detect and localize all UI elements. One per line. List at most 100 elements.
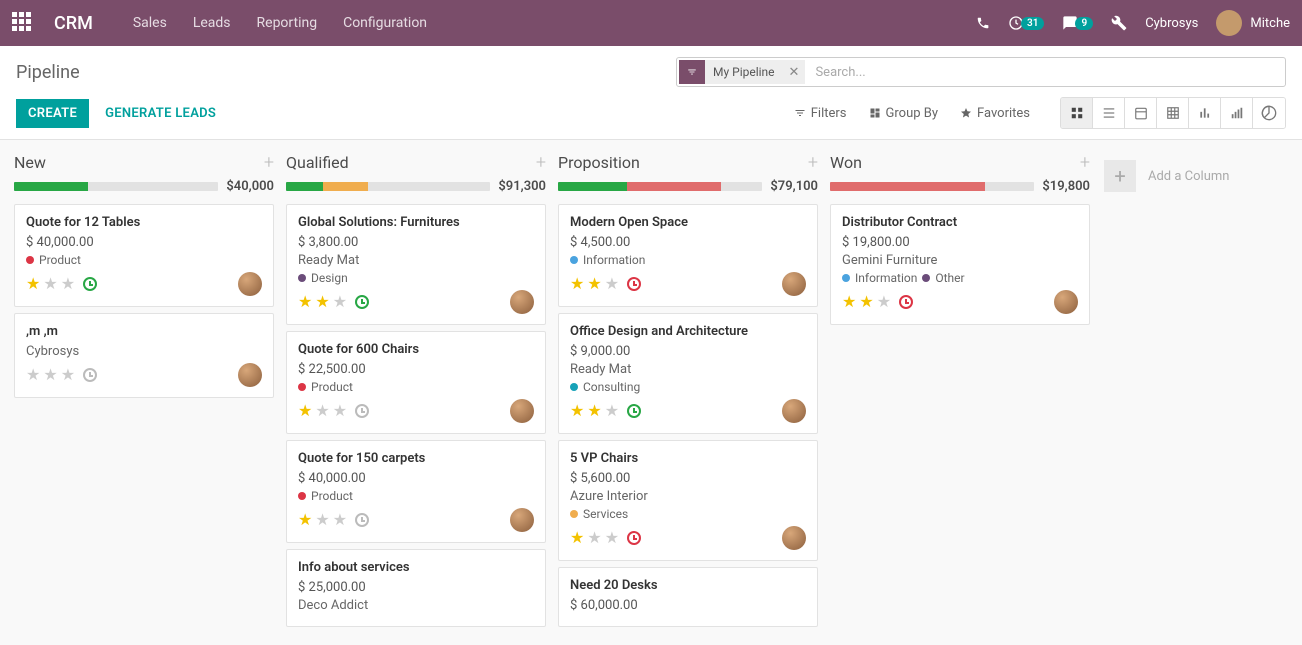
add-column-plus-icon: +: [1104, 160, 1136, 192]
graph-view-icon[interactable]: [1189, 98, 1221, 128]
priority-stars[interactable]: ★★★: [570, 403, 619, 419]
favorites-button[interactable]: Favorites: [960, 106, 1030, 121]
priority-stars[interactable]: ★★★: [26, 276, 75, 292]
kanban-card[interactable]: Need 20 Desks $ 60,000.00: [558, 567, 818, 627]
add-column[interactable]: +Add a Column: [1096, 152, 1276, 200]
tag-label: Product: [311, 489, 353, 503]
calendar-view-icon[interactable]: [1125, 98, 1157, 128]
priority-stars[interactable]: ★★★: [842, 294, 891, 310]
user-avatar: [1216, 10, 1242, 36]
assignee-avatar[interactable]: [510, 508, 534, 532]
assignee-avatar[interactable]: [782, 399, 806, 423]
card-footer: ★★★: [26, 363, 262, 387]
assignee-avatar[interactable]: [782, 272, 806, 296]
nav-sales[interactable]: Sales: [133, 15, 167, 31]
user-menu[interactable]: Mitche: [1216, 10, 1290, 36]
priority-stars[interactable]: ★★★: [26, 367, 75, 383]
priority-stars[interactable]: ★★★: [570, 276, 619, 292]
filter-icon: [679, 60, 705, 84]
nav-leads[interactable]: Leads: [193, 15, 231, 31]
star-icon: ★: [26, 367, 40, 383]
priority-stars[interactable]: ★★★: [298, 512, 347, 528]
activity-clock-icon[interactable]: [355, 295, 369, 309]
kanban-card[interactable]: Distributor Contract $ 19,800.00 Gemini …: [830, 204, 1090, 325]
column-progress-bar[interactable]: [558, 182, 762, 191]
kanban-card[interactable]: Quote for 12 Tables $ 40,000.00 Product …: [14, 204, 274, 307]
phone-icon[interactable]: [976, 16, 990, 30]
kanban-view-icon[interactable]: [1061, 98, 1093, 128]
generate-leads-button[interactable]: GENERATE LEADS: [105, 106, 216, 121]
column-progress-bar[interactable]: [14, 182, 218, 191]
card-customer: Azure Interior: [570, 489, 806, 504]
add-card-button[interactable]: +: [808, 152, 818, 173]
star-icon: ★: [315, 403, 329, 419]
assignee-avatar[interactable]: [238, 363, 262, 387]
activity-icon[interactable]: 31: [1008, 15, 1044, 31]
create-button[interactable]: CREATE: [16, 99, 89, 128]
kanban-card[interactable]: Modern Open Space $ 4,500.00 Information…: [558, 204, 818, 307]
tag-dot: [922, 274, 930, 282]
kanban-card[interactable]: Info about services $ 25,000.00 Deco Add…: [286, 549, 546, 627]
activity-clock-icon[interactable]: [899, 295, 913, 309]
column-title[interactable]: New: [14, 153, 46, 172]
pivot-view-icon[interactable]: [1157, 98, 1189, 128]
assignee-avatar[interactable]: [510, 399, 534, 423]
chat-icon[interactable]: 9: [1062, 15, 1093, 31]
column-total: $79,100: [770, 179, 818, 194]
tag-dot: [570, 510, 578, 518]
priority-stars[interactable]: ★★★: [298, 294, 347, 310]
star-icon: ★: [570, 530, 584, 546]
activity-clock-icon[interactable]: [355, 404, 369, 418]
groupby-button[interactable]: Group By: [869, 106, 939, 121]
brand[interactable]: CRM: [54, 13, 93, 34]
priority-stars[interactable]: ★★★: [298, 403, 347, 419]
assignee-avatar[interactable]: [1054, 290, 1078, 314]
tag-label: Other: [935, 271, 964, 285]
activity-clock-icon[interactable]: [83, 277, 97, 291]
kanban-card[interactable]: Office Design and Architecture $ 9,000.0…: [558, 313, 818, 434]
search-input[interactable]: [807, 65, 1285, 80]
facet-remove[interactable]: ✕: [783, 60, 806, 84]
activity-clock-icon[interactable]: [627, 531, 641, 545]
activity-clock-icon[interactable]: [627, 404, 641, 418]
settings-icon[interactable]: [1111, 15, 1127, 31]
tag-dot: [842, 274, 850, 282]
column-progress-bar[interactable]: [830, 182, 1034, 191]
filters-button[interactable]: Filters: [794, 106, 847, 121]
kanban-card[interactable]: Quote for 600 Chairs $ 22,500.00 Product…: [286, 331, 546, 434]
assignee-avatar[interactable]: [510, 290, 534, 314]
nav-reporting[interactable]: Reporting: [257, 15, 318, 31]
star-icon: ★: [43, 367, 57, 383]
nav-configuration[interactable]: Configuration: [343, 15, 427, 31]
star-icon: ★: [298, 294, 312, 310]
add-card-button[interactable]: +: [1080, 152, 1090, 173]
list-view-icon[interactable]: [1093, 98, 1125, 128]
column-total: $19,800: [1042, 179, 1090, 194]
add-card-button[interactable]: +: [536, 152, 546, 173]
kanban-card[interactable]: Global Solutions: Furnitures $ 3,800.00 …: [286, 204, 546, 325]
kanban-column: Qualified + $91,300 Global Solutions: Fu…: [280, 152, 552, 633]
activity-clock-icon[interactable]: [627, 277, 641, 291]
assignee-avatar[interactable]: [238, 272, 262, 296]
column-title[interactable]: Proposition: [558, 153, 640, 172]
column-progress-row: $40,000: [14, 179, 274, 194]
column-progress-bar[interactable]: [286, 182, 490, 191]
company-name[interactable]: Cybrosys: [1145, 16, 1198, 31]
apps-icon[interactable]: [12, 12, 34, 34]
kanban-card[interactable]: Quote for 150 carpets $ 40,000.00 Produc…: [286, 440, 546, 543]
column-title[interactable]: Qualified: [286, 153, 349, 172]
add-card-button[interactable]: +: [264, 152, 274, 173]
kanban-card[interactable]: ,m ,m Cybrosys ★★★: [14, 313, 274, 398]
progress-segment: [558, 182, 627, 191]
kanban-card[interactable]: 5 VP Chairs $ 5,600.00 Azure Interior Se…: [558, 440, 818, 561]
priority-stars[interactable]: ★★★: [570, 530, 619, 546]
cohort-view-icon[interactable]: [1221, 98, 1253, 128]
column-title[interactable]: Won: [830, 153, 862, 172]
dashboard-view-icon[interactable]: [1253, 98, 1285, 128]
activity-clock-icon[interactable]: [83, 368, 97, 382]
activity-clock-icon[interactable]: [355, 513, 369, 527]
activity-badge: 31: [1021, 17, 1044, 30]
assignee-avatar[interactable]: [782, 526, 806, 550]
star-icon: ★: [570, 403, 584, 419]
card-footer: ★★★: [298, 508, 534, 532]
